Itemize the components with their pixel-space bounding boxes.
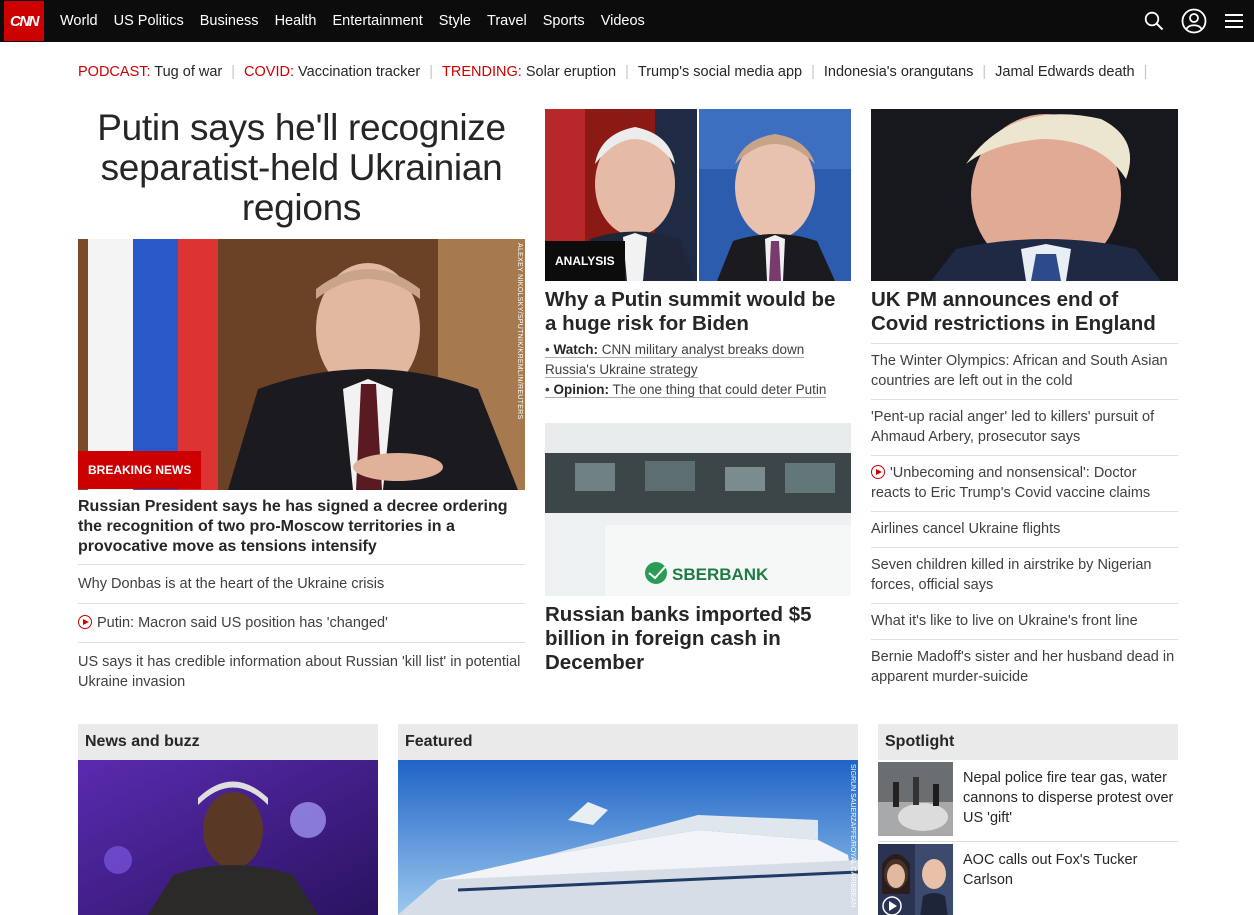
watch-link-cont[interactable]: Russia's Ukraine strategy — [545, 362, 698, 378]
search-icon[interactable] — [1134, 0, 1174, 42]
summit-sublinks: • Watch: CNN military analyst breaks dow… — [545, 340, 851, 400]
news-buzz-image[interactable] — [78, 760, 378, 915]
nav-style[interactable]: Style — [439, 13, 471, 29]
spotlight-thumb — [878, 762, 953, 836]
related-list: Why Donbas is at the heart of the Ukrain… — [78, 564, 525, 701]
play-icon — [871, 465, 885, 479]
boris-johnson-image[interactable] — [871, 109, 1178, 281]
right-list-item[interactable]: Bernie Madoff's sister and her husband d… — [871, 639, 1178, 695]
related-item[interactable]: Why Donbas is at the heart of the Ukrain… — [78, 564, 525, 603]
uk-pm-story-title[interactable]: UK PM announces end of Covid restriction… — [871, 288, 1178, 336]
main-headline[interactable]: Putin says he'll recognize separatist-he… — [78, 108, 525, 228]
spotlight-text[interactable]: Nepal police fire tear gas, water cannon… — [953, 762, 1178, 836]
trending-bar: PODCAST: Tug of war | COVID: Vaccination… — [78, 64, 1148, 80]
spotlight-thumb — [878, 844, 953, 915]
featured-header: Featured — [398, 724, 858, 760]
trending-item[interactable]: Indonesia's orangutans — [824, 64, 974, 80]
trending-item[interactable]: Jamal Edwards death — [995, 64, 1134, 80]
opinion-link[interactable]: • Opinion: The one thing that could dete… — [545, 382, 827, 398]
right-list-item[interactable]: Seven children killed in airstrike by Ni… — [871, 547, 1178, 603]
news-buzz-header: News and buzz — [78, 724, 378, 760]
spotlight-item[interactable]: AOC calls out Fox's Tucker Carlson — [878, 841, 1178, 915]
top-nav: CNN World US Politics Business Health En… — [0, 0, 1254, 42]
nav-entertainment[interactable]: Entertainment — [332, 13, 422, 29]
photo-credit: ALEXEY NIKOLSKY/SPUTNIK/KREMLIN/REUTERS — [516, 243, 523, 420]
right-list-item[interactable]: Airlines cancel Ukraine flights — [871, 511, 1178, 547]
analysis-badge: ANALYSIS — [545, 241, 625, 281]
nav-health[interactable]: Health — [275, 13, 317, 29]
watch-link[interactable]: • Watch: CNN military analyst breaks dow… — [545, 342, 805, 358]
nav-icons — [1134, 0, 1254, 42]
trending-item[interactable]: Trump's social media app — [638, 64, 802, 80]
nav-videos[interactable]: Videos — [601, 13, 645, 29]
right-list-item[interactable]: The Winter Olympics: African and South A… — [871, 343, 1178, 399]
cnn-logo[interactable]: CNN — [4, 1, 44, 41]
account-icon[interactable] — [1174, 0, 1214, 42]
spotlight-header: Spotlight — [878, 724, 1178, 760]
sberbank-image[interactable]: SBERBANK — [545, 423, 851, 596]
breaking-news-badge: BREAKING NEWS — [78, 451, 202, 489]
featured-image[interactable]: SIGRUN SAUERZAPFE/ROYAL CARIBBEAN — [398, 760, 858, 915]
trending-item[interactable]: COVID: Vaccination tracker — [244, 64, 420, 80]
nav-sports[interactable]: Sports — [543, 13, 585, 29]
play-icon — [78, 615, 92, 629]
nav-links: World US Politics Business Health Entert… — [60, 0, 661, 42]
related-item[interactable]: Putin: Macron said US position has 'chan… — [78, 603, 525, 642]
related-item[interactable]: US says it has credible information abou… — [78, 642, 525, 701]
banks-story-title[interactable]: Russian banks imported $5 billion in for… — [545, 603, 835, 675]
trending-item[interactable]: PODCAST: Tug of war — [78, 64, 222, 80]
right-list-item[interactable]: What it's like to live on Ukraine's fron… — [871, 603, 1178, 639]
sberbank-sign: SBERBANK — [672, 565, 769, 584]
right-list-item[interactable]: 'Unbecoming and nonsensical': Doctor rea… — [871, 455, 1178, 511]
nav-travel[interactable]: Travel — [487, 13, 527, 29]
trending-item[interactable]: TRENDING: Solar eruption — [442, 64, 616, 80]
right-headlines-list: The Winter Olympics: African and South A… — [871, 343, 1178, 695]
menu-icon[interactable] — [1214, 0, 1254, 42]
lede-link[interactable]: Russian President says he has signed a d… — [78, 497, 525, 557]
summit-story-title[interactable]: Why a Putin summit would be a huge risk … — [545, 288, 851, 336]
spotlight-text[interactable]: AOC calls out Fox's Tucker Carlson — [953, 844, 1178, 915]
nav-world[interactable]: World — [60, 13, 98, 29]
featured-photo-credit: SIGRUN SAUERZAPFE/ROYAL CARIBBEAN — [849, 764, 856, 908]
nav-us-politics[interactable]: US Politics — [114, 13, 184, 29]
right-list-item[interactable]: 'Pent-up racial anger' led to killers' p… — [871, 399, 1178, 455]
spotlight-item[interactable]: Nepal police fire tear gas, water cannon… — [878, 762, 1178, 836]
nav-business[interactable]: Business — [200, 13, 259, 29]
